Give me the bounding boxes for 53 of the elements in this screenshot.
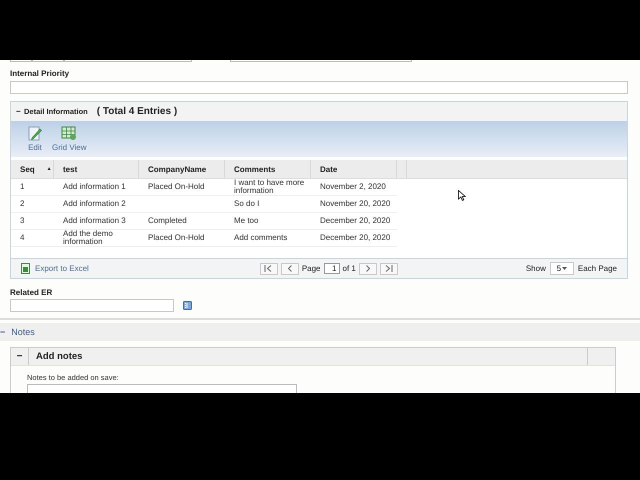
first-page-icon — [264, 265, 274, 272]
table-cell: 1 — [20, 183, 24, 191]
table-cell: Placed On-Hold — [148, 234, 204, 242]
table-cell: 2 — [20, 200, 24, 208]
table-cell: Completed — [148, 217, 187, 225]
table-cell: Add information 2 — [63, 200, 126, 208]
table-cell: 3 — [20, 217, 24, 225]
next-page-button[interactable] — [358, 262, 377, 274]
first-page-button[interactable] — [260, 262, 278, 274]
page-input[interactable]: 1 — [324, 263, 340, 274]
table-cell: December 20, 2020 — [320, 234, 390, 242]
grid-icon — [61, 126, 78, 141]
lookup-icon[interactable] — [183, 301, 192, 310]
collapse-toggle[interactable]: − — [11, 348, 29, 365]
pencil-icon — [28, 126, 42, 141]
page-label: Page — [302, 264, 320, 273]
last-page-button[interactable] — [380, 262, 398, 274]
page-size-dropdown[interactable]: 5 — [550, 262, 574, 275]
spreadsheet-icon — [21, 263, 30, 274]
table-cell: Placed On-Hold — [148, 183, 204, 191]
section-header[interactable]: − Notes — [0, 323, 640, 341]
field-label: Related ER — [10, 288, 54, 298]
chevron-right-icon — [364, 265, 371, 272]
table-cell: Add comments — [234, 234, 288, 242]
table-cell-text: Add the demo information — [63, 230, 114, 246]
entry-count: ( Total 4 Entries ) — [96, 106, 178, 117]
grid-view-button[interactable]: Grid View — [52, 126, 87, 152]
table-cell: Add information 3 — [63, 217, 126, 225]
edit-button[interactable]: Edit — [28, 126, 42, 152]
last-page-icon — [384, 265, 394, 272]
chevron-left-icon — [286, 265, 293, 272]
column-header[interactable]: test — [54, 160, 139, 178]
column-header[interactable]: Date — [311, 160, 397, 178]
column-header[interactable]: CompanyName — [139, 160, 225, 178]
field-label: Internal Priority — [10, 69, 70, 79]
table-cell: 4 — [20, 234, 24, 242]
table-cell: Me too — [234, 217, 258, 225]
column-header[interactable]: Comments — [225, 160, 311, 178]
table-cell: December 20, 2020 — [320, 217, 390, 225]
table-cell: November 2, 2020 — [320, 183, 386, 191]
table-cell: Add information 1 — [63, 183, 126, 191]
panel-title: Add notes — [36, 351, 82, 362]
caret-icon — [562, 267, 568, 270]
table-cell: So do I — [234, 200, 260, 208]
previous-page-button[interactable] — [280, 262, 299, 274]
show-label: Show — [526, 264, 546, 273]
export-link[interactable]: Export to Excel — [21, 263, 89, 274]
mouse-pointer-icon — [458, 190, 466, 201]
table-cell-text: I want to have more information — [234, 179, 306, 195]
page-count: of 1 — [342, 264, 356, 273]
each-page-label: Each Page — [578, 264, 617, 273]
table-cell: November 20, 2020 — [320, 200, 390, 208]
collapse-toggle[interactable]: − — [16, 107, 21, 116]
